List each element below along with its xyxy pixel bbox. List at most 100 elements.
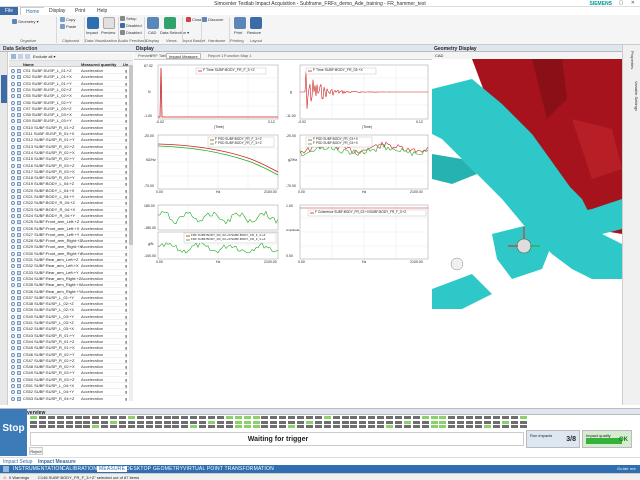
channel-checkbox[interactable]: [17, 239, 21, 244]
col-measured-quantity[interactable]: Measured quantity: [81, 62, 116, 67]
reject-button[interactable]: Reject: [29, 447, 43, 455]
channel-status-icon[interactable]: [11, 150, 15, 155]
channel-checkbox[interactable]: [17, 125, 21, 130]
channel-status-icon[interactable]: [11, 239, 15, 244]
channel-status-icon[interactable]: [11, 371, 15, 376]
view-cube-icon[interactable]: [450, 257, 464, 271]
channel-checkbox[interactable]: [17, 182, 21, 187]
channel-checkbox[interactable]: [17, 264, 21, 269]
cad-toggle[interactable]: CAD: [435, 53, 443, 58]
channel-status-icon[interactable]: [11, 106, 15, 111]
channel-checkbox[interactable]: [17, 138, 21, 143]
channel-checkbox[interactable]: [17, 220, 21, 225]
channel-checkbox[interactable]: [17, 94, 21, 99]
tab-file[interactable]: File: [0, 7, 19, 15]
channel-checkbox[interactable]: [17, 232, 21, 237]
channel-status-icon[interactable]: [11, 346, 15, 351]
channel-status-icon[interactable]: [11, 195, 15, 199]
channel-checkbox[interactable]: [17, 188, 21, 193]
guide-me-button[interactable]: Guide me: [617, 466, 636, 471]
channel-checkbox[interactable]: [17, 251, 21, 256]
copy-button[interactable]: Copy: [60, 17, 75, 23]
channel-checkbox[interactable]: [17, 245, 21, 250]
channel-status-icon[interactable]: [11, 276, 15, 281]
psd-force-plot[interactable]: F PSD SUBF:BODY_FR_F_3:+Z F PSD SUBF:BOD…: [144, 132, 284, 200]
channel-status-icon[interactable]: [11, 314, 15, 319]
channel-status-icon[interactable]: [11, 245, 15, 250]
channel-checkbox[interactable]: [17, 113, 21, 118]
channel-status-icon[interactable]: [11, 295, 15, 300]
channel-checkbox[interactable]: [17, 289, 21, 294]
warnings-count[interactable]: 0 Warnings: [9, 475, 29, 480]
channel-checkbox[interactable]: [17, 157, 21, 162]
channel-checkbox[interactable]: [17, 201, 21, 206]
channel-checkbox[interactable]: [17, 308, 21, 313]
channel-status-icon[interactable]: [11, 144, 15, 149]
channel-status-icon[interactable]: [11, 339, 15, 344]
workflow-measure[interactable]: MEASURE: [97, 466, 128, 472]
channel-checkbox[interactable]: [17, 176, 21, 181]
channel-checkbox[interactable]: [17, 87, 21, 92]
channel-checkbox[interactable]: [17, 377, 21, 382]
channel-status-icon[interactable]: [11, 100, 15, 105]
channel-status-icon[interactable]: [11, 396, 15, 401]
tab-help[interactable]: Help: [92, 7, 113, 15]
channel-status-icon[interactable]: [11, 157, 15, 162]
channel-checkbox[interactable]: [17, 314, 21, 319]
channel-status-icon[interactable]: [11, 333, 15, 338]
channel-status-icon[interactable]: [11, 220, 15, 225]
cad-icon[interactable]: [147, 17, 159, 29]
channel-status-icon[interactable]: [11, 289, 15, 294]
channel-checkbox[interactable]: [17, 106, 21, 111]
preview-icon[interactable]: [103, 17, 115, 29]
window-controls[interactable]: – ▢ ✕: [609, 0, 638, 6]
tab-impact-measure[interactable]: Impact Measure: [166, 53, 201, 59]
channel-checkbox[interactable]: [17, 283, 21, 288]
channel-status-icon[interactable]: [11, 302, 15, 307]
channel-status-icon[interactable]: [11, 87, 15, 92]
paste-button[interactable]: Paste: [60, 24, 76, 30]
table-scrollbar[interactable]: [129, 61, 133, 401]
channel-checkbox[interactable]: [17, 226, 21, 231]
channel-checkbox[interactable]: [17, 384, 21, 388]
channel-checkbox[interactable]: [17, 327, 21, 332]
channel-status-icon[interactable]: [11, 125, 15, 130]
coherence-plot[interactable]: F Coherence SUBF:BODY_FR_03:+X/SUBF:BODY…: [286, 202, 430, 270]
filter-icon[interactable]: [11, 54, 16, 59]
channel-checkbox[interactable]: [17, 371, 21, 376]
channel-status-icon[interactable]: [11, 182, 15, 187]
channel-status-icon[interactable]: [11, 75, 15, 80]
channel-checkbox[interactable]: [17, 169, 21, 174]
setup-button[interactable]: Setup: [120, 16, 136, 22]
channel-status-icon[interactable]: [11, 176, 15, 181]
channel-status-icon[interactable]: [11, 213, 15, 218]
discover-button[interactable]: Discover: [202, 17, 224, 23]
channel-checkbox[interactable]: [17, 163, 21, 168]
channel-checkbox[interactable]: [17, 302, 21, 307]
channel-status-icon[interactable]: [11, 384, 15, 388]
channel-status-icon[interactable]: [11, 365, 15, 370]
channel-checkbox[interactable]: [17, 390, 21, 395]
channel-status-icon[interactable]: [11, 358, 15, 363]
channel-status-icon[interactable]: [11, 352, 15, 357]
print-icon[interactable]: [234, 17, 246, 29]
channel-checkbox[interactable]: [17, 150, 21, 155]
channel-checkbox[interactable]: [17, 75, 21, 80]
channel-status-icon[interactable]: [11, 308, 15, 313]
impact-point-marker[interactable]: [516, 238, 532, 254]
filter-dropdown[interactable]: Exclude all ▾: [33, 54, 55, 59]
time-response-plot[interactable]: F Time SUBF:BODY_FR_03:+X g -11.00 -0.02…: [286, 62, 430, 130]
geometry-viewport[interactable]: [432, 59, 622, 405]
geometry-dropdown[interactable]: Geometry ▾: [12, 19, 39, 25]
col-name[interactable]: Name: [23, 62, 34, 67]
channel-checkbox[interactable]: [17, 358, 21, 363]
channel-checkbox[interactable]: [17, 207, 21, 212]
channel-status-icon[interactable]: [11, 69, 15, 73]
channel-status-icon[interactable]: [11, 226, 15, 231]
workflow-menu-icon[interactable]: [3, 466, 9, 472]
columns-icon[interactable]: [18, 54, 23, 59]
time-force-plot[interactable]: F Time SUBF:BODY_FR_F_3:+Z 67.02 -1.00 N…: [144, 62, 284, 130]
channel-checkbox[interactable]: [17, 321, 21, 325]
channel-checkbox[interactable]: [17, 339, 21, 344]
channel-status-icon[interactable]: [11, 81, 15, 86]
